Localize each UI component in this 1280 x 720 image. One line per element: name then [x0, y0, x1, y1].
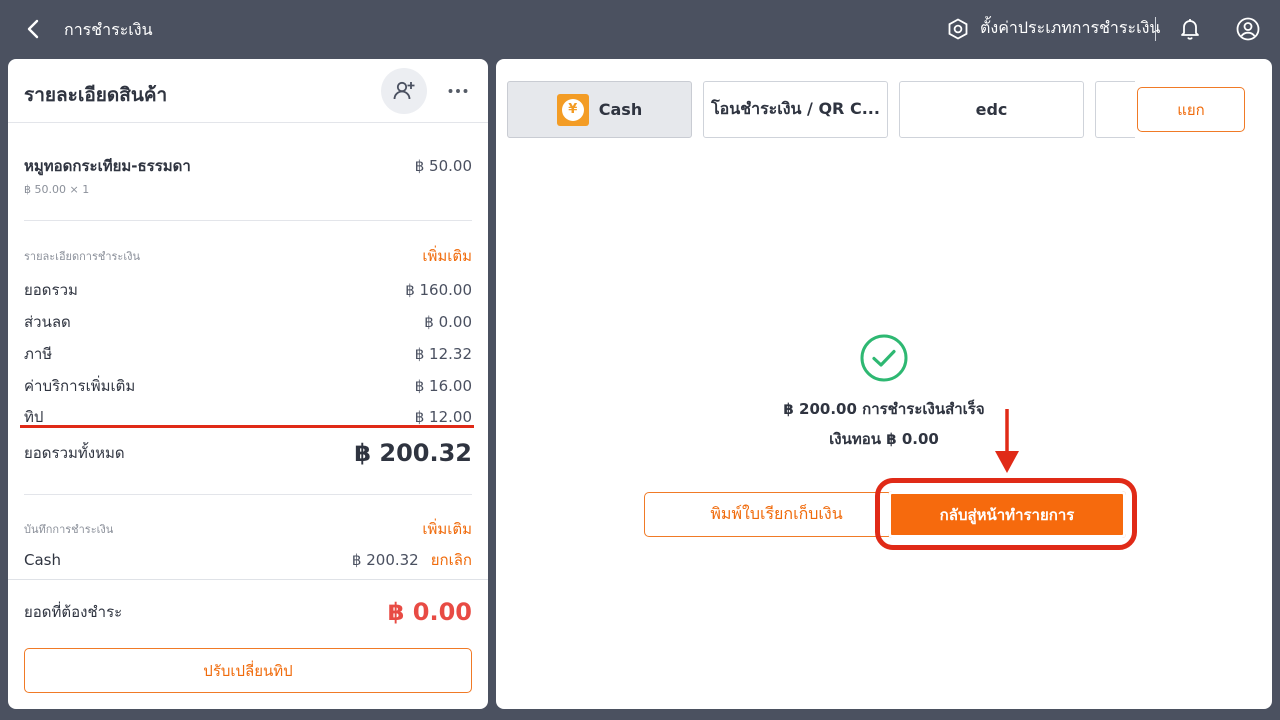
- summary-label: ส่วนลด: [24, 313, 71, 331]
- top-bar: การชำระเงิน ตั้งค่าประเภทการชำระเงิน: [0, 0, 1280, 58]
- user-account-icon[interactable]: [1235, 16, 1261, 42]
- adjust-tip-button[interactable]: ปรับเปลี่ยนทิป: [24, 648, 472, 693]
- add-customer-button[interactable]: [381, 68, 427, 114]
- cancel-payment-link[interactable]: ยกเลิก: [431, 548, 472, 572]
- payment-type-settings-button[interactable]: ตั้งค่าประเภทการชำระเงิน: [946, 16, 1160, 41]
- summary-value: ฿ 12.00: [414, 408, 472, 426]
- summary-row-discount: ส่วนลด ฿ 0.00: [24, 310, 472, 334]
- divider: [24, 494, 472, 495]
- payment-record-more-link[interactable]: เพิ่มเติม: [422, 517, 472, 541]
- payment-record-row: Cash ฿ 200.32 ยกเลิก: [24, 548, 472, 572]
- item-quantity: ฿ 50.00 × 1: [24, 183, 90, 196]
- settings-label: ตั้งค่าประเภทการชำระเงิน: [980, 18, 1161, 37]
- page-title: การชำระเงิน: [64, 20, 153, 39]
- cash-yen-icon: ¥: [556, 93, 589, 126]
- header-divider: [1155, 17, 1156, 41]
- back-arrow-icon[interactable]: [22, 17, 44, 41]
- grand-total-value: ฿ 200.32: [354, 439, 472, 467]
- more-options-icon[interactable]: [444, 81, 472, 101]
- tab-label: Cash: [598, 100, 643, 119]
- item-name: หมูทอดกระเทียม-ธรรมดา: [24, 157, 191, 175]
- summary-value: ฿ 12.32: [414, 345, 472, 363]
- grand-total-label: ยอดรวมทั้งหมด: [24, 444, 125, 462]
- change-amount: เงินทอน ฿ 0.00: [829, 430, 939, 448]
- summary-label: ยอดรวม: [24, 281, 78, 299]
- panel-header: รายละเอียดสินค้า: [8, 59, 488, 123]
- order-item: หมูทอดกระเทียม-ธรรมดา ฿ 50.00: [24, 154, 472, 178]
- summary-value: ฿ 160.00: [405, 281, 472, 299]
- payment-method: Cash: [24, 551, 61, 569]
- divider: [24, 220, 472, 221]
- back-to-order-button[interactable]: กลับสู่หน้าทำรายการ: [888, 491, 1126, 538]
- amount-due-label: ยอดที่ต้องชำระ: [24, 603, 123, 621]
- payment-record-label: บันทึกการชำระเงิน: [24, 523, 114, 536]
- item-quantity-row: ฿ 50.00 × 1: [24, 183, 472, 196]
- summary-value: ฿ 16.00: [414, 377, 472, 395]
- payment-details-more-link[interactable]: เพิ่มเติม: [422, 244, 472, 268]
- item-price: ฿ 50.00: [414, 157, 472, 175]
- summary-label: ค่าบริการเพิ่มเติม: [24, 377, 136, 395]
- settings-hexagon-icon: [948, 17, 968, 40]
- payment-amount: ฿ 200.32: [351, 551, 419, 569]
- tab-partial-hidden[interactable]: [1095, 81, 1135, 138]
- payment-details-header: รายละเอียดการชำระเงิน เพิ่มเติม: [24, 244, 472, 268]
- product-details-panel: รายละเอียดสินค้า หมูทอดกระเทียม-ธรรมดา ฿…: [8, 59, 488, 709]
- grand-total-row: ยอดรวมทั้งหมด ฿ 200.32: [24, 439, 472, 467]
- tip-highlight-underline: [20, 425, 474, 428]
- divider: [8, 579, 488, 580]
- annotation-down-arrow-icon: [995, 409, 1019, 473]
- success-check-icon: [860, 334, 908, 382]
- summary-label: ภาษี: [24, 345, 53, 363]
- add-person-icon: [393, 81, 415, 100]
- summary-row-subtotal: ยอดรวม ฿ 160.00: [24, 278, 472, 302]
- payment-panel: ¥ Cash โอนชำระเงิน / QR C... edc แยก ฿ 2…: [496, 59, 1272, 709]
- panel-title: รายละเอียดสินค้า: [24, 84, 168, 106]
- tab-transfer-qr[interactable]: โอนชำระเงิน / QR C...: [703, 81, 888, 138]
- print-bill-button[interactable]: พิมพ์ใบเรียกเก็บเงิน: [644, 492, 909, 537]
- bell-icon[interactable]: [1178, 16, 1202, 42]
- payment-record-header: บันทึกการชำระเงิน เพิ่มเติม: [24, 517, 472, 541]
- summary-row-service-charge: ค่าบริการเพิ่มเติม ฿ 16.00: [24, 374, 472, 398]
- payment-success-message: ฿ 200.00 การชำระเงินสำเร็จ: [783, 400, 985, 418]
- split-payment-button[interactable]: แยก: [1137, 87, 1245, 132]
- amount-due-row: ยอดที่ต้องชำระ ฿ 0.00: [24, 598, 472, 626]
- summary-value: ฿ 0.00: [424, 313, 472, 331]
- tab-edc[interactable]: edc: [899, 81, 1084, 138]
- payment-details-label: รายละเอียดการชำระเงิน: [24, 250, 140, 263]
- tab-cash[interactable]: ¥ Cash: [507, 81, 692, 138]
- summary-row-tax: ภาษี ฿ 12.32: [24, 342, 472, 366]
- amount-due-value: ฿ 0.00: [387, 598, 472, 626]
